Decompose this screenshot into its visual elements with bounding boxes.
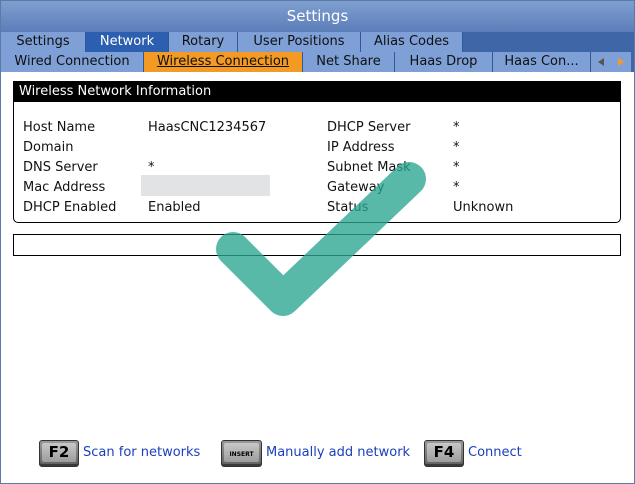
ip-address-value: *	[453, 140, 460, 155]
dhcp-enabled-value: Enabled	[148, 200, 201, 215]
subnet-mask-value: *	[453, 160, 460, 175]
scan-for-networks-button[interactable]: Scan for networks	[83, 445, 200, 460]
arrow-right-icon	[618, 58, 624, 66]
network-list-box[interactable]	[13, 234, 621, 256]
status-label: Status	[327, 200, 369, 215]
dns-server-value: *	[148, 160, 155, 175]
gateway-label: Gateway	[327, 180, 385, 195]
f2-key-icon[interactable]: F2	[39, 440, 79, 467]
window-title: Settings	[1, 1, 634, 32]
tab-user-positions[interactable]: User Positions	[238, 32, 361, 52]
dhcp-enabled-label: DHCP Enabled	[23, 200, 117, 215]
tab-net-share[interactable]: Net Share	[303, 52, 395, 72]
tab-wireless-connection[interactable]: Wireless Connection	[144, 52, 303, 72]
status-value: Unknown	[453, 200, 514, 215]
wireless-info-panel: Wireless Network Information Host Name H…	[13, 81, 621, 223]
tab-alias-codes[interactable]: Alias Codes	[361, 32, 463, 52]
secondary-tab-bar: Wired Connection Wireless Connection Net…	[1, 52, 634, 72]
tab-network[interactable]: Network	[86, 32, 169, 52]
arrow-left-icon	[598, 58, 604, 66]
tab-settings[interactable]: Settings	[1, 32, 86, 52]
domain-label: Domain	[23, 140, 74, 155]
tab-haas-connect[interactable]: Haas Con...	[493, 52, 591, 72]
mac-address-redacted	[141, 175, 270, 196]
ip-address-label: IP Address	[327, 140, 395, 155]
tab-scroll-left-button[interactable]	[591, 52, 611, 72]
mac-address-label: Mac Address	[23, 180, 106, 195]
tab-rotary[interactable]: Rotary	[169, 32, 238, 52]
host-name-value: HaasCNC1234567	[148, 120, 267, 135]
tab-haas-drop[interactable]: Haas Drop	[395, 52, 493, 72]
gateway-value: *	[453, 180, 460, 195]
subnet-mask-label: Subnet Mask	[327, 160, 411, 175]
settings-window: Settings Settings Network Rotary User Po…	[0, 0, 635, 484]
manually-add-network-button[interactable]: Manually add network	[266, 445, 410, 460]
primary-tab-bar: Settings Network Rotary User Positions A…	[1, 32, 634, 52]
tab-scroll-right-button[interactable]	[611, 52, 631, 72]
dhcp-server-label: DHCP Server	[327, 120, 411, 135]
panel-header: Wireless Network Information	[14, 82, 620, 102]
dhcp-server-value: *	[453, 120, 460, 135]
connect-button[interactable]: Connect	[468, 445, 522, 460]
dns-server-label: DNS Server	[23, 160, 98, 175]
host-name-label: Host Name	[23, 120, 96, 135]
insert-key-icon[interactable]: INSERT	[221, 440, 262, 467]
tab-wired-connection[interactable]: Wired Connection	[1, 52, 144, 72]
panel-title: Wireless Network Information	[19, 84, 212, 99]
f4-key-icon[interactable]: F4	[424, 440, 464, 467]
